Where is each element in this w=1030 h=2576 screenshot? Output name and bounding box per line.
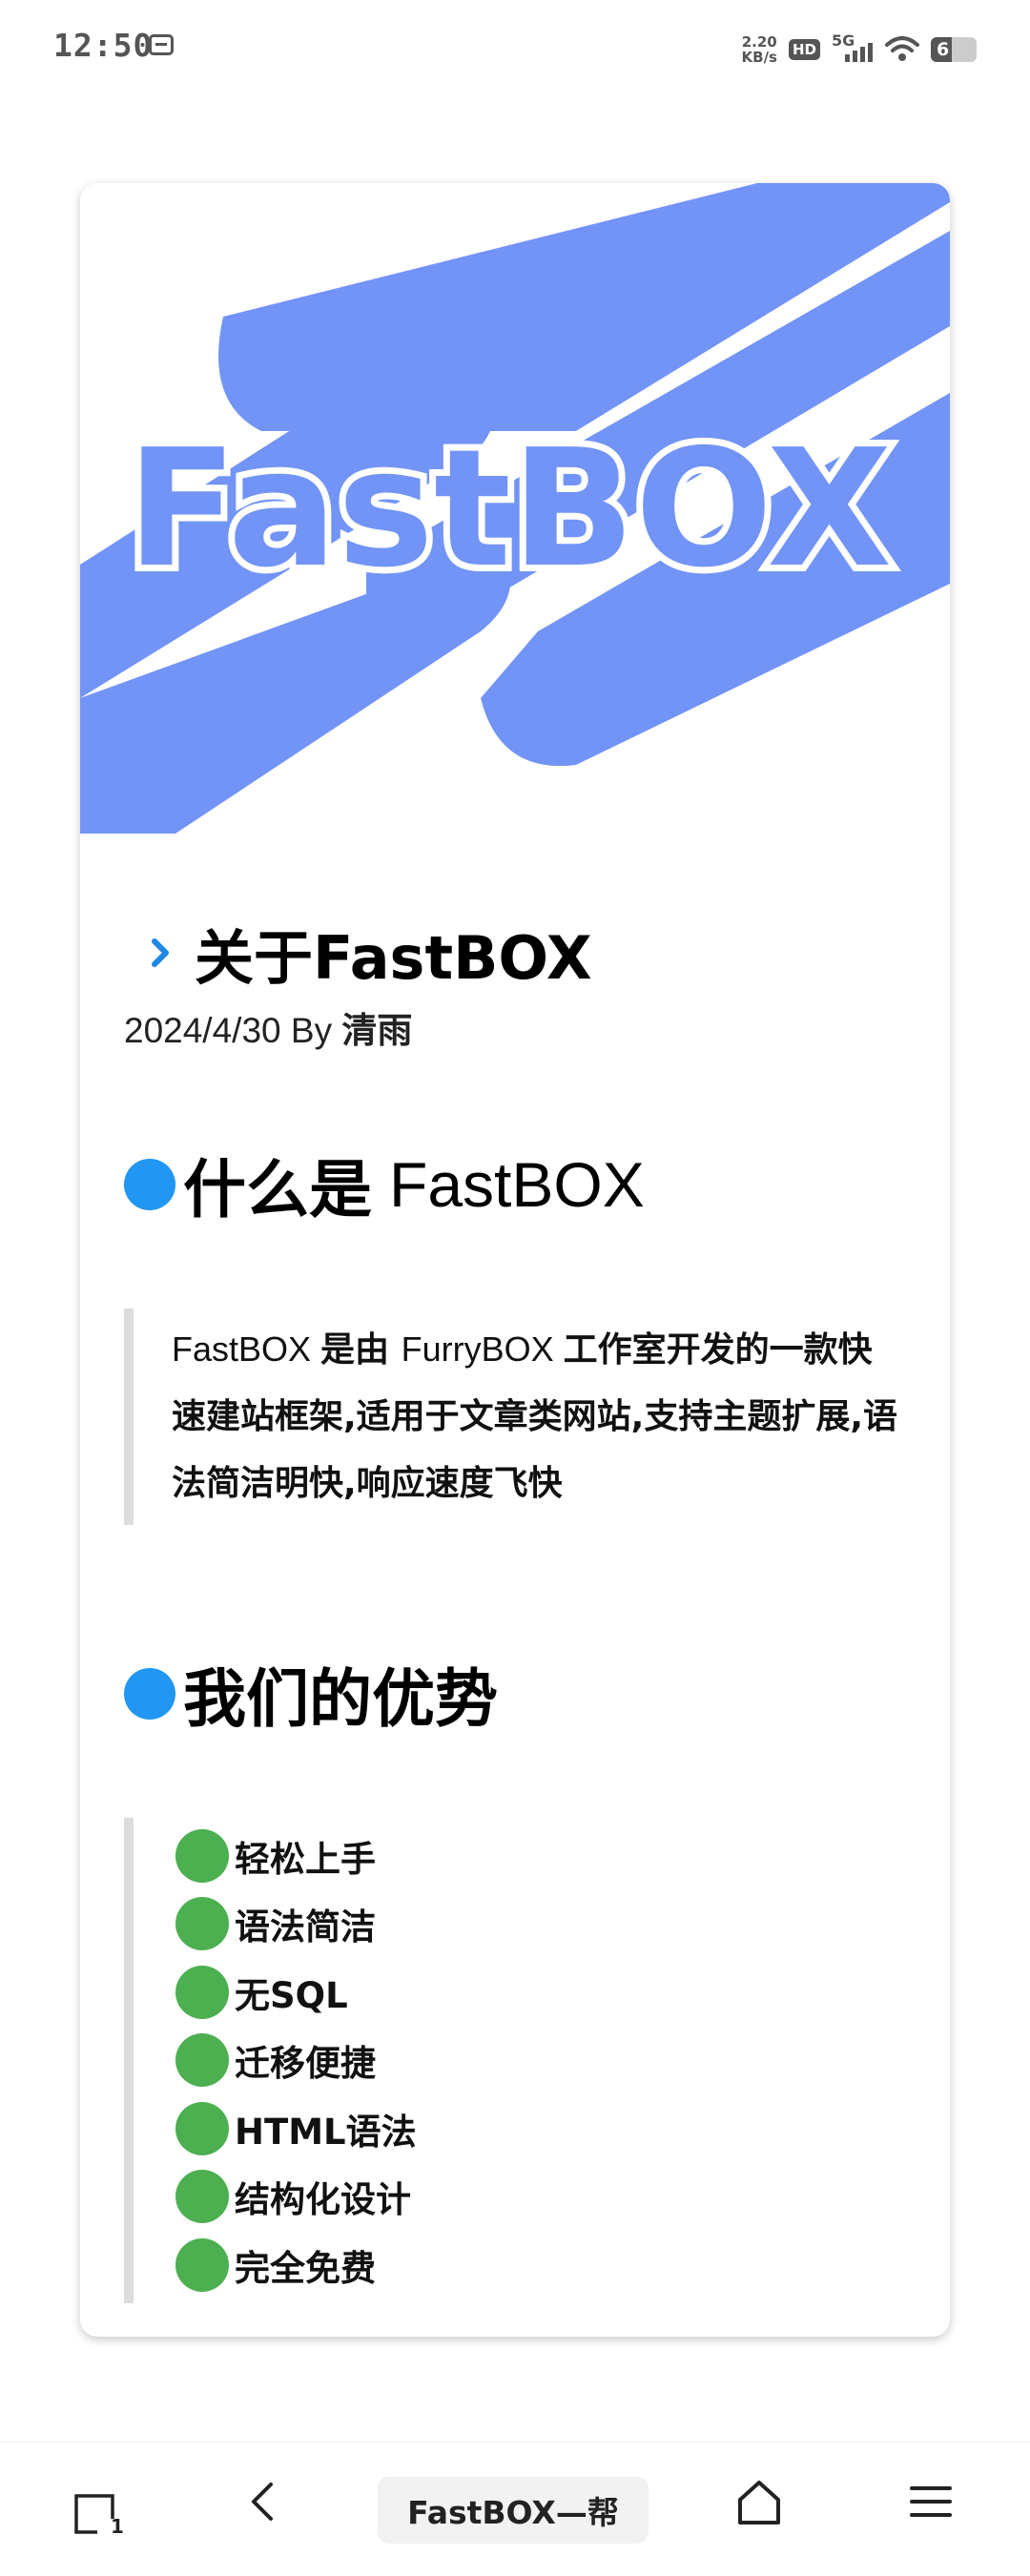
intro-text: FastBOX 是由 FurryBOX 工作室开发的一款快速建站框架,适用于文章…: [172, 1329, 898, 1503]
list-bullet-icon: [175, 1828, 229, 1883]
back-icon[interactable]: [235, 2473, 292, 2530]
menu-icon[interactable]: [902, 2473, 959, 2530]
post-author: 清雨: [341, 1011, 413, 1050]
list-item: 轻松上手: [175, 1822, 906, 1890]
list-item: 无SQL: [175, 1958, 906, 2027]
hero-banner: FastBOX: [80, 183, 950, 834]
network-type: 5G: [832, 31, 855, 50]
post-date: 2024/4/30: [124, 1011, 281, 1050]
home-icon[interactable]: [731, 2473, 788, 2530]
list-item: HTML语法: [175, 2094, 906, 2163]
intro-blockquote: FastBOX 是由 FurryBOX 工作室开发的一款快速建站框架,适用于文章…: [124, 1309, 906, 1525]
hero-logo-text: FastBOX: [127, 415, 892, 604]
section-heading-what: 什么是 FastBOX: [124, 1139, 645, 1230]
network-speed: 2.20 KB/s: [741, 33, 777, 66]
status-time: 12:50: [53, 27, 154, 64]
browser-bottom-bar: 1 FastBOX—帮: [0, 2442, 1030, 2576]
status-bar: 12:50 2.20 KB/s HD 5G 6: [0, 0, 1030, 105]
list-bullet-icon: [175, 1965, 229, 2019]
post-meta: 2024/4/30 By 清雨: [124, 1001, 412, 1053]
heading-bullet-icon: [124, 1159, 175, 1210]
list-item: 迁移便捷: [175, 2027, 906, 2095]
list-item: 完全免费: [175, 2231, 906, 2299]
chevron-right-icon: [152, 938, 169, 967]
status-icons: 2.20 KB/s HD 5G 6: [742, 29, 977, 71]
tab-count: 1: [111, 2515, 124, 2538]
advantages-list: 轻松上手 语法简洁 无SQL 迁移便捷 HTML语法 结构化设计 完全免费: [134, 1818, 906, 2303]
wifi-icon: [885, 36, 919, 61]
tabs-button[interactable]: 1: [72, 2492, 124, 2538]
list-bullet-icon: [175, 2237, 229, 2292]
address-bar[interactable]: FastBOX—帮: [378, 2477, 649, 2544]
post-title: 关于FastBOX: [147, 910, 592, 996]
message-icon: [149, 34, 174, 55]
article-card: FastBOX 关于FastBOX 2024/4/30 By 清雨 什么是 Fa…: [80, 183, 950, 2337]
list-bullet-icon: [175, 2170, 229, 2224]
battery-level: 6: [937, 39, 950, 60]
advantages-blockquote: 轻松上手 语法简洁 无SQL 迁移便捷 HTML语法 结构化设计 完全免费: [124, 1818, 906, 2303]
signal-icon: 5G: [832, 31, 874, 66]
list-bullet-icon: [175, 2101, 229, 2155]
list-bullet-icon: [175, 1897, 229, 1951]
post-title-text: 关于FastBOX: [195, 923, 592, 993]
section-heading-advantages: 我们的优势: [124, 1648, 498, 1740]
list-bullet-icon: [175, 2033, 229, 2088]
list-item: 结构化设计: [175, 2163, 906, 2232]
list-item: 语法简洁: [175, 1890, 906, 1959]
battery-icon: 6: [931, 37, 977, 62]
hd-icon: HD: [788, 39, 820, 60]
post-by-label: By: [290, 1011, 333, 1050]
heading-bullet-icon: [124, 1668, 175, 1720]
